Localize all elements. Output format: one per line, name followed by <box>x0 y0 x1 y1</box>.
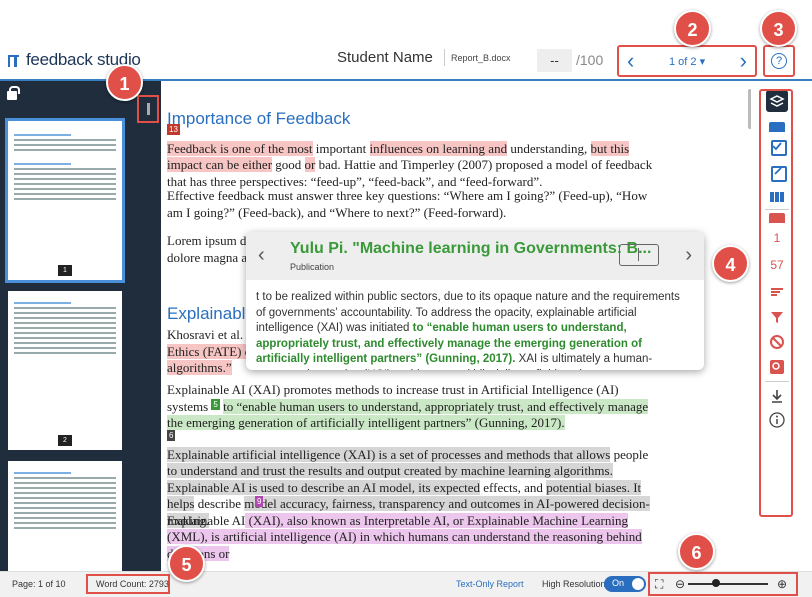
grading-layer-cap[interactable] <box>769 122 785 132</box>
fit-screen-icon[interactable]: ⛶ <box>655 577 663 592</box>
thumbnail-page-number: 1 <box>58 265 72 276</box>
list-icon <box>771 288 783 296</box>
match-overview-button[interactable] <box>766 281 788 303</box>
rubric-icon[interactable] <box>770 192 784 202</box>
paragraph: 9 Explainable AI (XAI), also known as In… <box>167 496 642 561</box>
popup-prev-button[interactable]: ‹ <box>258 244 265 267</box>
page-thumbnail[interactable]: 1 <box>5 118 125 283</box>
help-icon: ? <box>771 53 787 69</box>
zoom-out-icon[interactable]: ⊖ <box>675 577 685 591</box>
filter-button[interactable] <box>766 306 788 328</box>
source-popup: ‹ Yulu Pi. "Machine learning in Governme… <box>246 232 704 370</box>
similarity-score[interactable]: 57 <box>766 258 788 272</box>
thumbnail-panel: 1 2 <box>0 81 161 571</box>
zoom-slider[interactable] <box>688 583 768 585</box>
pager-next-button[interactable]: › <box>740 49 747 73</box>
student-name: Student Name <box>337 49 433 66</box>
page-thumbnail[interactable] <box>8 461 122 571</box>
callout-5: 5 <box>168 545 205 582</box>
popup-header: ‹ Yulu Pi. "Machine learning in Governme… <box>246 232 704 280</box>
side-toolbar: 1 57 <box>751 81 812 571</box>
popup-title[interactable]: Yulu Pi. "Machine learning in Government… <box>290 240 651 258</box>
book-icon[interactable] <box>619 244 659 266</box>
zoom-in-icon[interactable]: ⊕ <box>777 577 787 591</box>
match-tag[interactable]: 5 <box>211 398 220 410</box>
paragraph: 13 Feedback is one of the most important… <box>167 124 653 189</box>
check-icon <box>772 142 782 151</box>
match-tag[interactable]: 9 <box>255 496 264 507</box>
callout-4: 4 <box>712 245 749 282</box>
exclude-button[interactable] <box>766 331 788 353</box>
pager-dropdown[interactable]: 1 of 2 ▾ <box>669 55 705 68</box>
callout-3: 3 <box>760 10 797 47</box>
paper-pager: ‹ 1 of 2 ▾ › <box>617 45 757 77</box>
checkmark-button[interactable] <box>766 135 788 157</box>
high-resolution-label: High Resolution <box>542 579 606 589</box>
search-icon <box>770 360 784 374</box>
flag-count[interactable]: 1 <box>766 231 788 245</box>
score-max: /100 <box>576 52 604 68</box>
zoom-slider-handle[interactable] <box>712 579 720 587</box>
download-icon <box>772 390 782 403</box>
popup-body: t to be realized within public sectors, … <box>256 291 680 370</box>
block-icon <box>770 335 784 349</box>
help-button[interactable]: ? <box>763 45 795 77</box>
match-tag[interactable]: 13 <box>167 124 180 135</box>
pager-prev-button[interactable]: ‹ <box>627 49 634 73</box>
toolbar-separator <box>765 381 789 382</box>
thumbnail-scroll-handle[interactable] <box>137 95 159 123</box>
word-count: Word Count: 2793 <box>96 579 169 589</box>
logo-icon <box>8 53 22 67</box>
similarity-layer-cap[interactable] <box>769 213 785 223</box>
filter-icon <box>771 312 783 323</box>
status-bar: Page: 1 of 10 Word Count: 2793 Text-Only… <box>0 571 812 597</box>
page-info: Page: 1 of 10 <box>12 579 66 589</box>
info-icon <box>769 412 785 428</box>
document-name: Report_B.docx <box>444 49 511 66</box>
high-resolution-toggle[interactable]: On <box>604 576 646 592</box>
callout-1: 1 <box>106 64 143 101</box>
callout-2: 2 <box>674 10 711 47</box>
search-matches-button[interactable] <box>766 356 788 378</box>
toolbar-separator <box>765 209 789 210</box>
score-input[interactable]: -- <box>537 49 572 72</box>
paragraph: Effective feedback must answer three key… <box>167 188 648 220</box>
info-button[interactable] <box>766 409 788 431</box>
callout-6: 6 <box>678 533 715 570</box>
thumbnail-page-number: 2 <box>58 435 72 446</box>
match-tag[interactable]: 6 <box>167 430 176 441</box>
paragraph: Explainable AI (XAI) promotes methods to… <box>167 382 649 430</box>
download-button[interactable] <box>766 385 788 407</box>
popup-subtitle: Publication <box>290 262 335 272</box>
comment-button[interactable] <box>766 161 788 183</box>
edit-icon <box>774 167 782 175</box>
popup-next-button[interactable]: › <box>685 244 692 267</box>
text-only-report-link[interactable]: Text-Only Report <box>456 579 524 589</box>
page-thumbnail[interactable]: 2 <box>8 291 122 450</box>
unlock-icon[interactable] <box>7 86 20 100</box>
